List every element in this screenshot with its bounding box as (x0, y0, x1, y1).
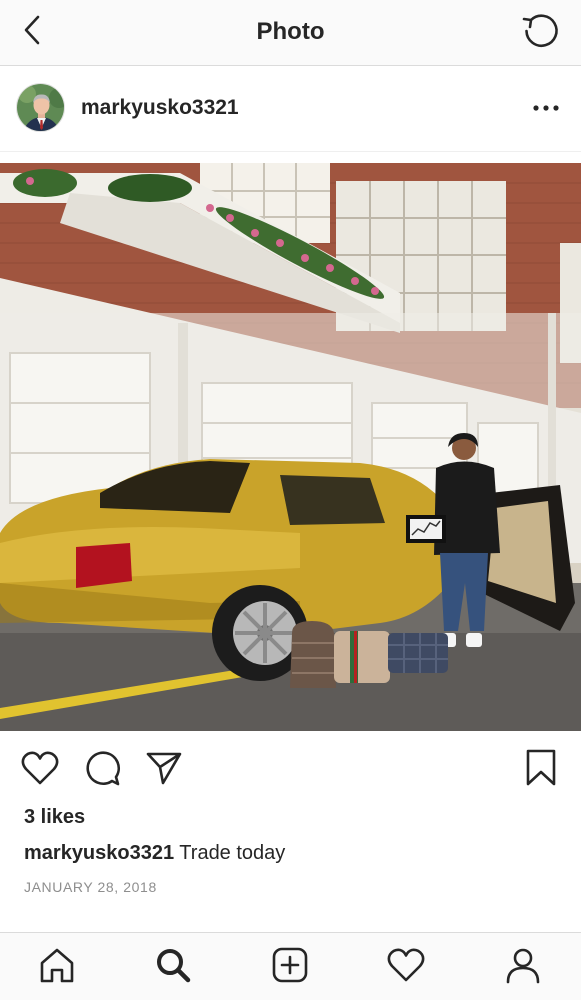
more-horizontal-icon (533, 105, 559, 111)
tab-activity[interactable] (384, 943, 428, 987)
more-options-button[interactable] (529, 94, 563, 122)
refresh-button[interactable] (519, 10, 561, 52)
post-image (0, 163, 581, 731)
share-button[interactable] (142, 746, 186, 790)
activity-heart-icon (387, 948, 425, 982)
post-header: markyusko3321 (0, 66, 581, 152)
post-photo[interactable] (0, 163, 581, 731)
post-caption: markyusko3321 Trade today (24, 842, 285, 865)
post-date: JANUARY 28, 2018 (24, 879, 157, 895)
tab-new-post[interactable] (268, 943, 312, 987)
page-title: Photo (256, 18, 325, 45)
likes-count[interactable]: 3 likes (24, 806, 85, 829)
bookmark-button[interactable] (519, 746, 563, 790)
avatar[interactable] (16, 83, 65, 132)
bottom-tab-bar (0, 932, 581, 1000)
refresh-icon (522, 14, 558, 47)
home-icon (40, 948, 74, 983)
search-icon (157, 949, 191, 983)
comment-icon (86, 751, 121, 786)
post-actions (0, 740, 581, 796)
tab-profile[interactable] (501, 943, 545, 987)
caption-username[interactable]: markyusko3321 (24, 842, 174, 864)
tab-home[interactable] (35, 943, 79, 987)
comment-button[interactable] (80, 746, 124, 790)
avatar-image (17, 84, 64, 131)
post-username[interactable]: markyusko3321 (81, 96, 239, 120)
top-navigation-bar: Photo (0, 0, 581, 66)
caption-text: Trade today (174, 842, 286, 864)
profile-icon (506, 948, 540, 984)
tab-search[interactable] (151, 943, 195, 987)
heart-icon (21, 751, 59, 785)
new-post-icon (272, 947, 308, 983)
bookmark-icon (526, 749, 556, 786)
share-icon (146, 752, 182, 785)
like-button[interactable] (18, 746, 62, 790)
